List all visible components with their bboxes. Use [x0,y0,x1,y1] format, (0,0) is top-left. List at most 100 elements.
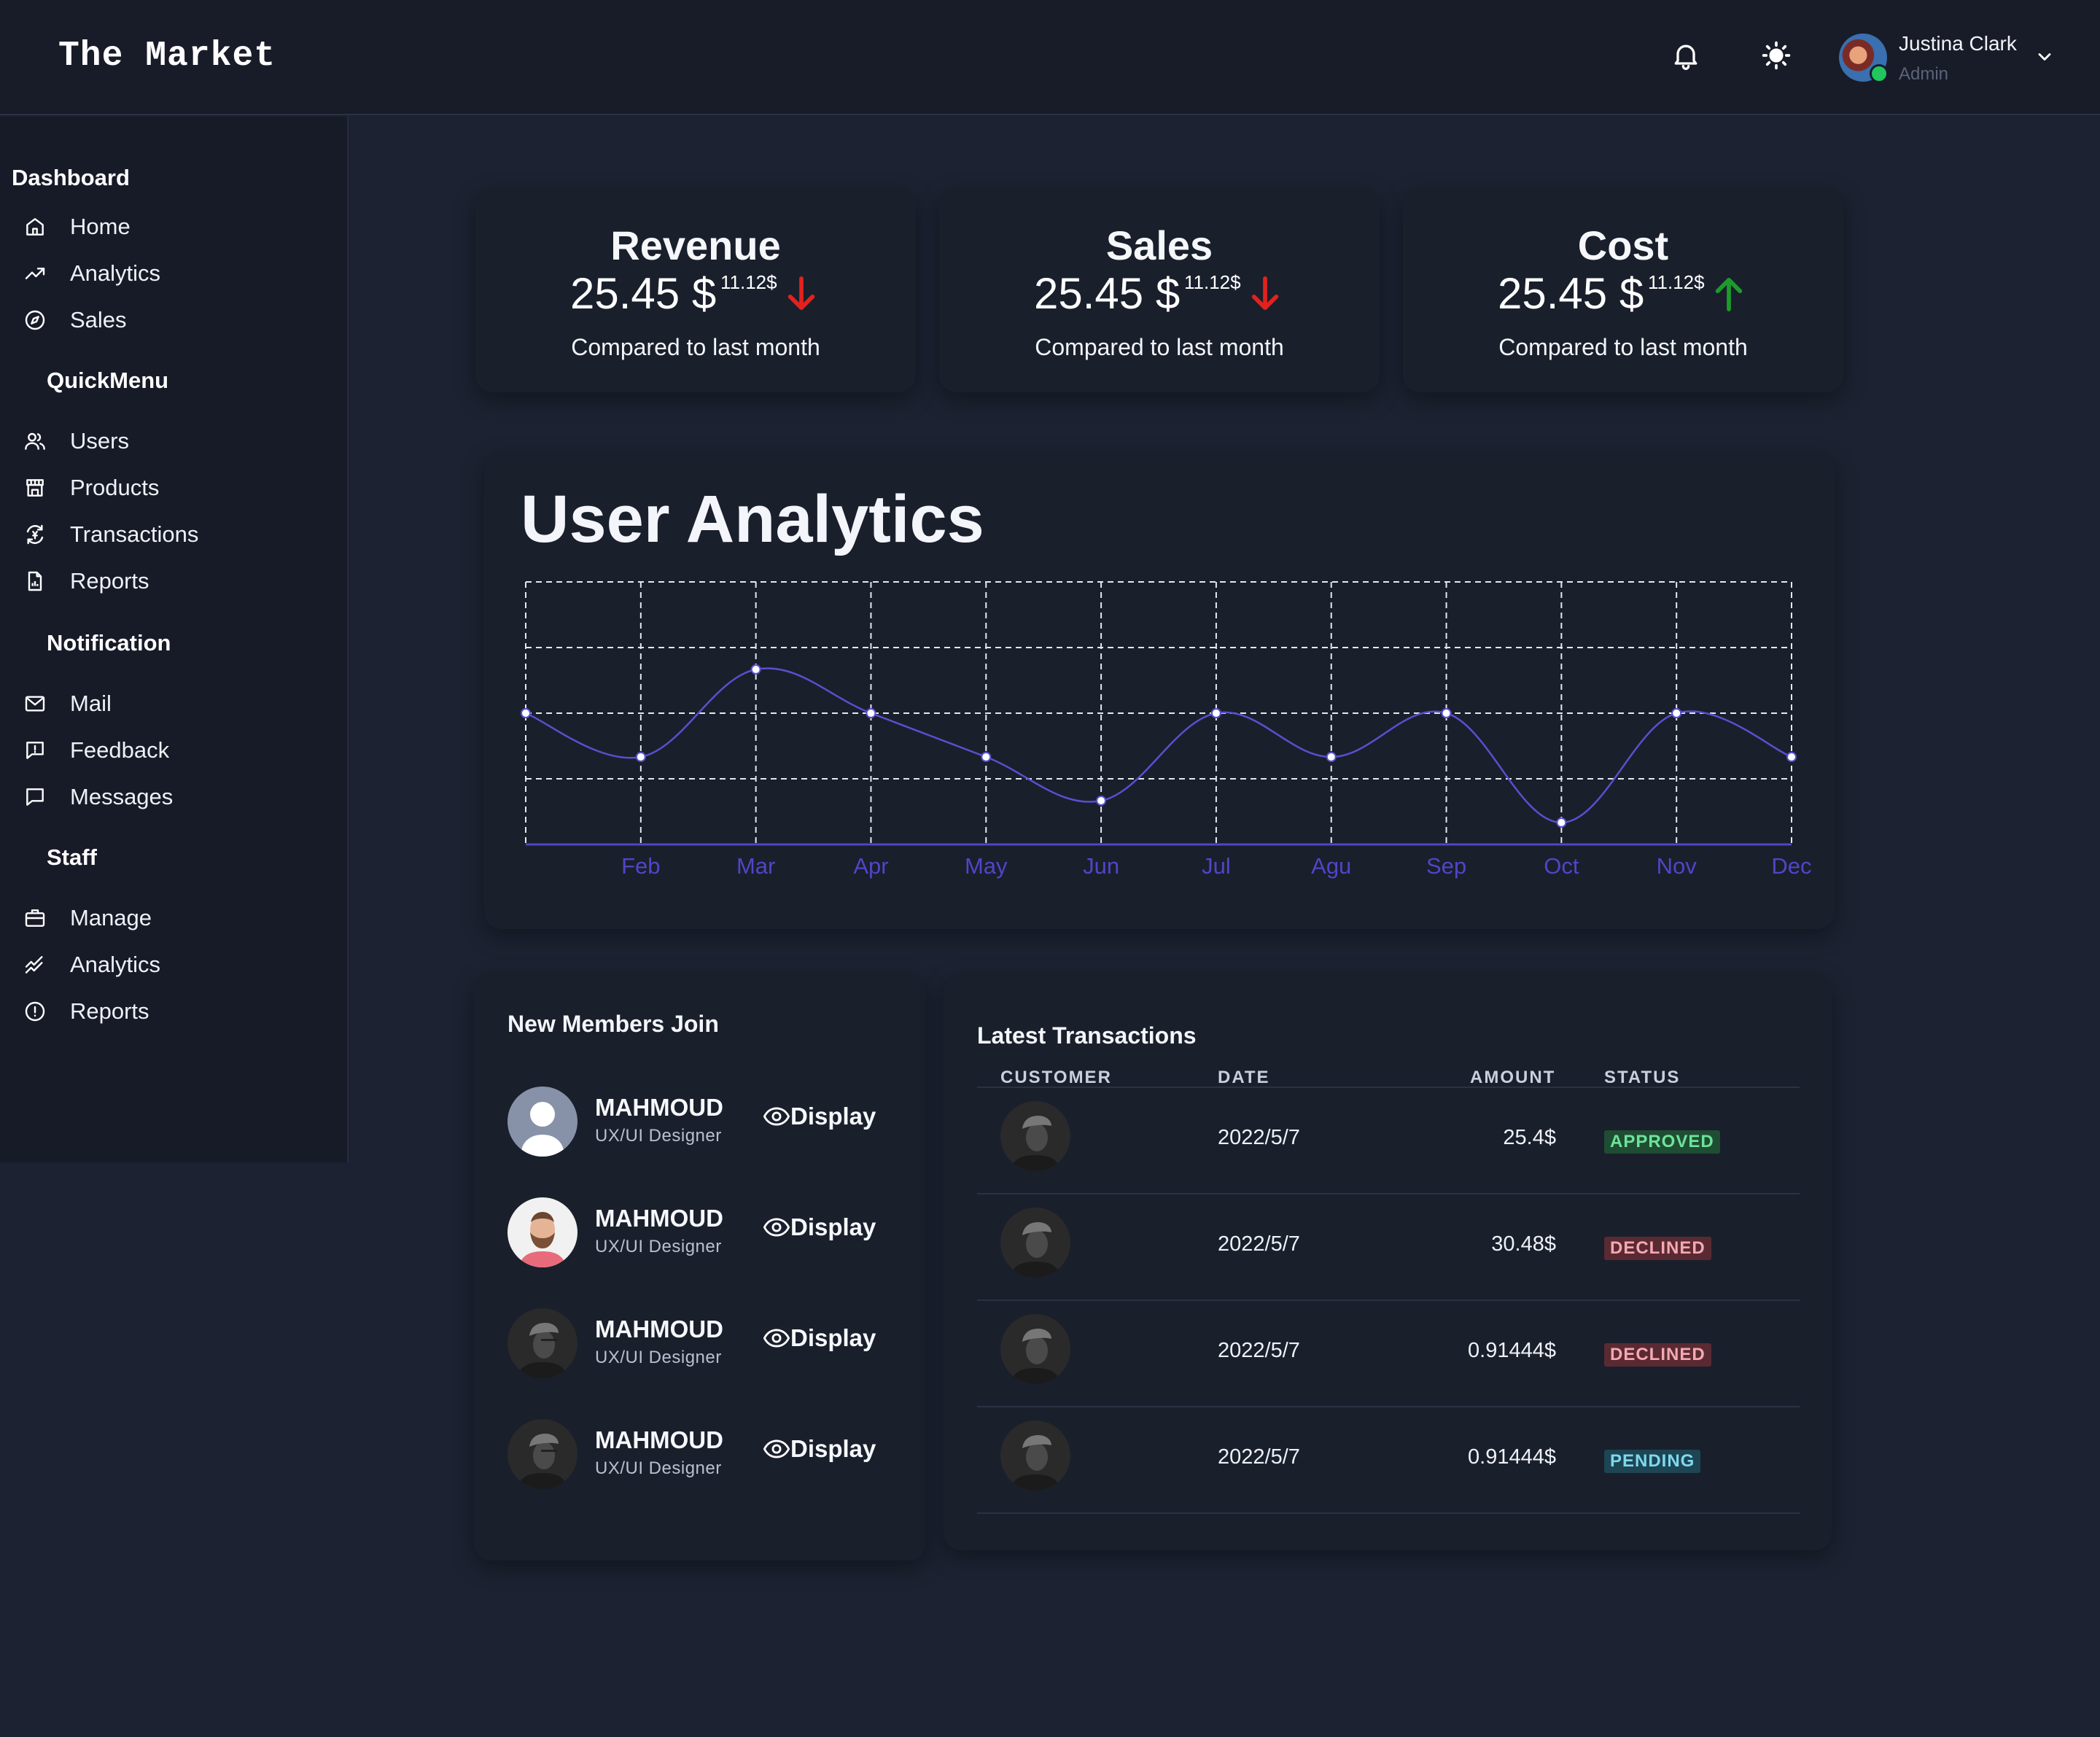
sidebar-item-sales[interactable]: Sales [23,302,127,338]
table-row[interactable]: 2022/5/7 0.91444$ DECLINED [977,1301,1800,1407]
display-button[interactable]: Display [763,1324,876,1352]
x-tick-label: Nov [1657,853,1698,879]
man-in-cap-avatar [508,1308,578,1378]
transactions-title: Latest Transactions [977,1022,1197,1049]
sidebar-item-home[interactable]: Home [23,209,131,245]
x-tick-label: Sep [1426,853,1466,879]
new-members-card: New Members Join MAHMOUD UX/UI Designer … [474,974,926,1561]
sidebar-item-messages[interactable]: Messages [23,779,173,815]
sidebar-item-label: Analytics [70,260,161,286]
user-role: Admin [1899,64,1949,84]
transaction-amount: 30.48$ [1491,1232,1556,1256]
column-header-customer[interactable]: CUSTOMER [1000,1068,1112,1088]
member-role: UX/UI Designer [595,1126,722,1146]
briefcase-icon [25,909,45,927]
data-point-sep [1441,708,1452,718]
transaction-date: 2022/5/7 [1218,1445,1300,1469]
data-point-mar [750,664,761,675]
display-button[interactable]: Display [763,1103,876,1130]
table-row[interactable]: 2022/5/7 30.48$ DECLINED [977,1194,1800,1301]
data-point-apr [866,708,876,718]
data-point-agu [1326,752,1337,762]
sidebar-item-label: Users [70,428,129,454]
stat-value: 25.45 $ [570,269,717,318]
transaction-date: 2022/5/7 [1218,1339,1300,1362]
table-row[interactable]: 2022/5/7 25.4$ APPROVED [977,1088,1800,1194]
sidebar-item-staff-analytics[interactable]: Analytics [23,947,160,983]
message-icon [26,788,44,806]
alert-circle-icon [25,1001,45,1022]
stat-note: Compared to last month [1035,334,1284,360]
status-badge: DECLINED [1604,1237,1711,1260]
sun-icon[interactable] [1760,39,1792,71]
sidebar-item-label: Mail [70,691,112,716]
column-header-date[interactable]: DATE [1218,1068,1270,1088]
table-row[interactable]: 2022/5/7 0.91444$ PENDING [977,1407,1800,1514]
stat-title: Sales [1105,222,1213,268]
sidebar-item-label: Messages [70,784,174,809]
data-point-jan [521,708,531,718]
x-tick-label: Apr [853,853,888,879]
sidebar-item-label: Analytics [70,952,161,977]
sidebar-item-users[interactable]: Users [23,423,129,459]
home-icon [26,218,44,236]
sidebar-item-feedback[interactable]: Feedback [23,732,169,769]
user-name[interactable]: Justina Clark [1899,32,2017,55]
status-badge: DECLINED [1604,1343,1711,1367]
member-role: UX/UI Designer [595,1458,722,1478]
data-point-feb [635,752,646,762]
sidebar-item-label: Transactions [70,521,199,547]
user-avatar[interactable] [1839,34,1889,83]
mail-icon [25,696,45,712]
sidebar-item-transactions[interactable]: Transactions [23,516,198,553]
chevron-down-icon[interactable] [2034,47,2055,67]
placeholder-avatar [508,1087,578,1157]
data-point-nov [1671,708,1682,718]
arrow-down-icon [1251,276,1279,311]
display-label: Display [790,1103,876,1130]
arrow-up-icon [1715,277,1743,311]
sidebar-item-staff-reports[interactable]: Reports [23,993,149,1030]
display-button[interactable]: Display [763,1213,876,1241]
stat-delta: 11.12$ [1184,271,1241,293]
data-point-dec [1786,752,1797,762]
eye-icon [763,1107,790,1126]
sidebar-item-label: Home [70,214,131,239]
stat-card-revenue: Revenue 25.45 $ 11.12$ Compared to last … [475,188,916,392]
sidebar-item-reports[interactable]: Reports [23,563,149,599]
eye-icon [763,1439,790,1458]
column-header-amount[interactable]: AMOUNT [1470,1068,1555,1088]
analytics-icon [25,956,43,974]
sidebar-item-products[interactable]: Products [23,470,159,506]
x-tick-label: Oct [1544,853,1579,879]
x-tick-label: Jun [1083,853,1119,879]
user-analytics-chart: Feb Mar Apr May Jun Jul Agu Sep Oct Nov Dec [521,581,1812,879]
transaction-date: 2022/5/7 [1218,1232,1300,1256]
sidebar-item-label: Reports [70,998,149,1024]
stat-value: 25.45 $ [1498,269,1644,318]
customer-avatar [1000,1314,1070,1384]
currency-exchange-icon [26,524,44,545]
eye-icon [763,1329,790,1348]
sidebar-section-staff: Staff [47,844,97,870]
x-tick-label: Jul [1202,853,1231,879]
x-tick-label: Feb [621,853,660,879]
member-name: MAHMOUD [595,1205,723,1232]
member-name: MAHMOUD [595,1094,723,1121]
bell-icon[interactable] [1670,39,1702,71]
sidebar-item-mail[interactable]: Mail [23,685,112,722]
sidebar-section-dashboard: Dashboard [12,165,130,190]
sidebar-section-quickmenu: QuickMenu [47,368,169,393]
man-in-cap-avatar [508,1419,578,1489]
series-line [525,667,1792,824]
stat-title: Revenue [610,222,781,268]
customer-avatar [1000,1421,1070,1491]
users-icon [25,432,45,450]
member-row: MAHMOUD UX/UI Designer Display [508,1087,901,1159]
brand-logo[interactable]: The Market [58,36,276,76]
column-header-status[interactable]: STATUS [1604,1068,1680,1088]
stat-delta: 11.12$ [720,271,777,293]
sidebar-item-analytics[interactable]: Analytics [23,255,160,292]
sidebar-item-manage[interactable]: Manage [23,900,152,936]
display-button[interactable]: Display [763,1435,876,1463]
